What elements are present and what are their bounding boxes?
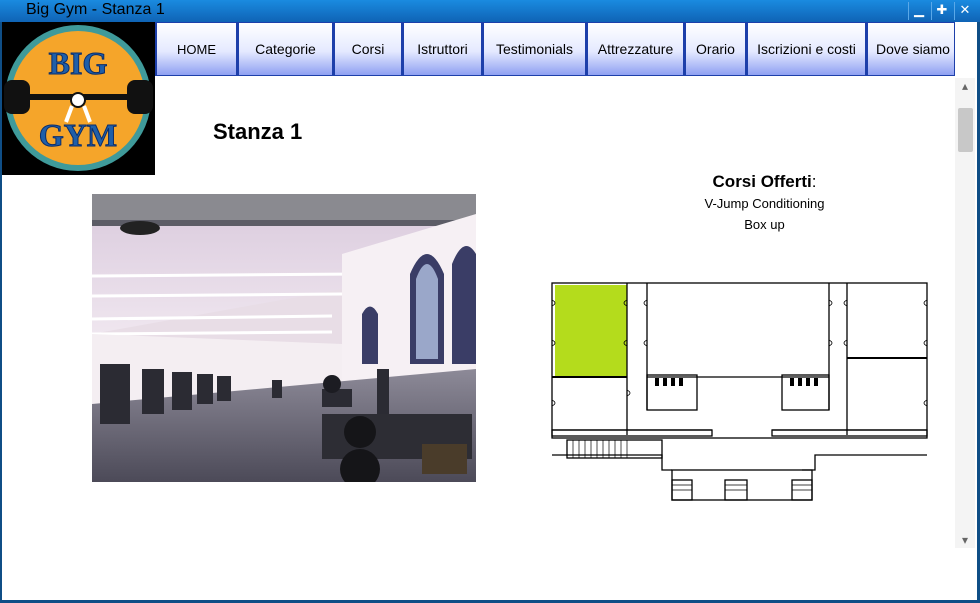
vertical-scrollbar[interactable]: ▴ ▾ — [955, 78, 975, 548]
courses-offered: Corsi Offerti: V-Jump Conditioning Box u… — [642, 172, 887, 232]
courses-heading-colon: : — [811, 172, 817, 191]
scroll-thumb[interactable] — [958, 108, 973, 152]
nav-categorie[interactable]: Categorie — [237, 22, 333, 76]
page-content: BIG GYM HOME Categorie Corsi Istruttori … — [2, 22, 977, 600]
nav-corsi[interactable]: Corsi — [333, 22, 402, 76]
nav-dove-siamo[interactable]: Dove siamo — [866, 22, 955, 76]
nav-testimonials[interactable]: Testimonials — [482, 22, 586, 76]
page-title: Stanza 1 — [213, 119, 303, 144]
gym-room-photo — [91, 194, 476, 489]
nav-iscrizioni-e-costi[interactable]: Iscrizioni e costi — [746, 22, 866, 76]
logo-graphic: BIG GYM — [4, 25, 153, 171]
maximize-button[interactable]: ✚ — [931, 2, 952, 20]
window-title: Big Gym - Stanza 1 — [26, 1, 165, 18]
main-nav: HOME Categorie Corsi Istruttori Testimon… — [155, 22, 955, 78]
nav-orario[interactable]: Orario — [684, 22, 746, 76]
courses-heading: Corsi Offerti — [712, 172, 812, 191]
nav-attrezzature[interactable]: Attrezzature — [586, 22, 684, 76]
big-gym-logo[interactable]: BIG GYM — [2, 22, 155, 175]
highlighted-room-1[interactable] — [555, 285, 627, 377]
scroll-up-arrow-icon[interactable]: ▴ — [955, 78, 975, 94]
minimize-button[interactable]: ▁ — [908, 2, 929, 20]
courses-heading-line: Corsi Offerti: — [642, 172, 887, 192]
window-titlebar: Big Gym - Stanza 1 ▁ ✚ ✕ — [0, 0, 980, 22]
logo-text-gym: GYM — [39, 117, 117, 153]
course-item-v-jump[interactable]: V-Jump Conditioning — [642, 196, 887, 211]
close-button[interactable]: ✕ — [954, 2, 975, 20]
course-item-box-up[interactable]: Box up — [642, 217, 887, 232]
nav-home[interactable]: HOME — [155, 22, 237, 76]
scroll-down-arrow-icon[interactable]: ▾ — [955, 532, 975, 548]
nav-istruttori[interactable]: Istruttori — [402, 22, 482, 76]
logo-text-big: BIG — [49, 45, 108, 81]
floor-plan — [547, 280, 932, 502]
